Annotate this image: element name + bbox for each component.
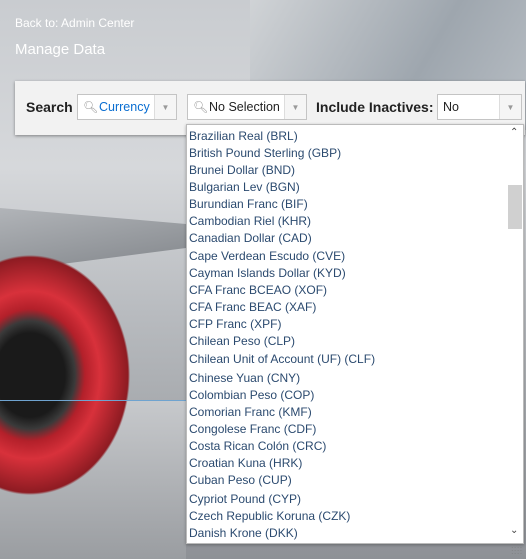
dropdown-option[interactable]: Cayman Islands Dollar (KYD) <box>189 266 346 280</box>
dropdown-option[interactable]: Chinese Yuan (CNY) <box>189 371 300 385</box>
type-select-value: Currency <box>99 100 150 114</box>
dropdown-option[interactable]: Cape Verdean Escudo (CVE) <box>189 249 345 263</box>
dropdown-option[interactable]: Brazilian Real (BRL) <box>189 129 298 143</box>
dropdown-option[interactable]: Cuban Peso (CUP) <box>189 473 292 487</box>
chevron-down-icon[interactable]: ▼ <box>284 95 306 119</box>
background-image <box>0 255 130 495</box>
dropdown-option[interactable]: CFP Franc (XPF) <box>189 317 281 331</box>
include-inactives-label: Include Inactives: <box>316 99 434 115</box>
dropdown-option[interactable]: CFA Franc BEAC (XAF) <box>189 300 316 314</box>
page-title: Manage Data <box>15 41 106 58</box>
dropdown-option[interactable]: Bulgarian Lev (BGN) <box>189 180 300 194</box>
dropdown-option[interactable]: Danish Krone (DKK) <box>189 526 298 540</box>
dropdown-option[interactable]: Cambodian Riel (KHR) <box>189 214 311 228</box>
resize-grip-icon[interactable]: :::::::: <box>511 543 523 556</box>
scrollbar-thumb[interactable] <box>508 185 522 229</box>
dropdown-option[interactable]: Chilean Unit of Account (UF) (CLF) <box>189 352 375 366</box>
divider <box>0 400 186 401</box>
dropdown-option[interactable]: Congolese Franc (CDF) <box>189 422 316 436</box>
dropdown-option[interactable]: Croatian Kuna (HRK) <box>189 456 302 470</box>
dropdown-option[interactable]: Burundian Franc (BIF) <box>189 197 308 211</box>
object-select[interactable]: 🔍︎ No Selection ▼ <box>187 94 307 120</box>
chevron-down-icon[interactable]: ▼ <box>499 95 521 119</box>
dropdown-option[interactable]: Colombian Peso (COP) <box>189 388 314 402</box>
dropdown-option[interactable]: Czech Republic Koruna (CZK) <box>189 509 350 523</box>
search-icon: 🔍︎ <box>83 100 99 114</box>
currency-dropdown-list: Brazilian Real (BRL) British Pound Sterli… <box>186 124 524 544</box>
include-inactives-select[interactable]: No ▼ <box>437 94 522 120</box>
dropdown-option[interactable]: Comorian Franc (KMF) <box>189 405 312 419</box>
type-select[interactable]: 🔍︎ Currency ▼ <box>77 94 177 120</box>
chevron-down-icon[interactable]: ▼ <box>154 95 176 119</box>
search-label: Search <box>26 99 73 115</box>
scrollbar[interactable]: ⌃ ⌄ <box>507 125 523 543</box>
search-icon: 🔍︎ <box>193 100 209 114</box>
dropdown-option[interactable]: Chilean Peso (CLP) <box>189 334 295 348</box>
dropdown-option[interactable]: Cypriot Pound (CYP) <box>189 492 301 506</box>
back-to-admin-center-link[interactable]: Back to: Admin Center <box>15 16 134 30</box>
dropdown-option[interactable]: Brunei Dollar (BND) <box>189 163 295 177</box>
chevron-up-icon[interactable]: ⌃ <box>510 127 518 138</box>
object-select-value: No Selection <box>209 100 280 114</box>
dropdown-option[interactable]: CFA Franc BCEAO (XOF) <box>189 283 327 297</box>
dropdown-option[interactable]: Canadian Dollar (CAD) <box>189 231 312 245</box>
dropdown-option[interactable]: British Pound Sterling (GBP) <box>189 146 341 160</box>
include-inactives-value: No <box>443 100 459 114</box>
dropdown-option[interactable]: Costa Rican Colón (CRC) <box>189 439 326 453</box>
chevron-down-icon[interactable]: ⌄ <box>510 525 518 536</box>
